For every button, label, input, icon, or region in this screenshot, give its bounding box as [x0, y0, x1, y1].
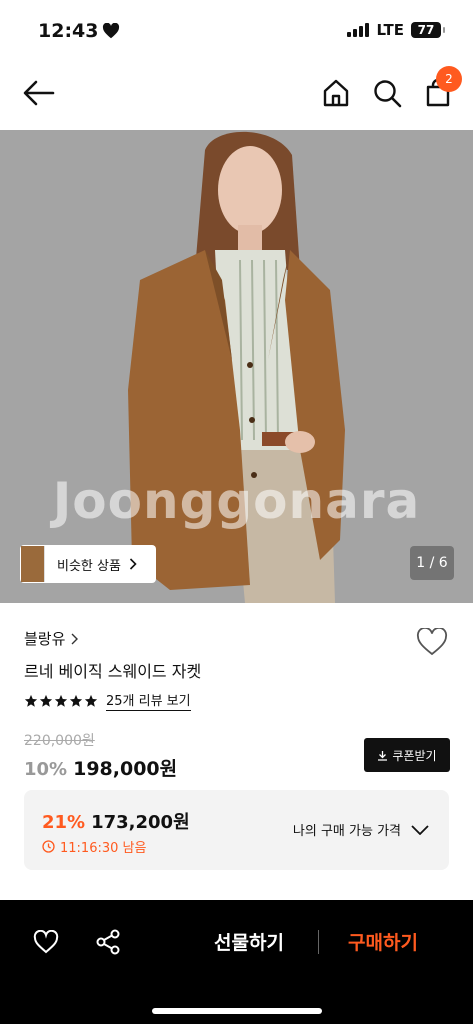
my-price-amount: 173,200원	[91, 812, 190, 833]
heart-status-icon	[103, 23, 120, 39]
chevron-right-icon	[71, 633, 79, 644]
search-icon[interactable]	[372, 78, 402, 108]
review-link[interactable]: 25개 리뷰 보기	[106, 690, 191, 711]
jacket-model-photo	[0, 130, 473, 603]
chevron-down-icon	[411, 824, 429, 835]
wishlist-heart-icon[interactable]	[416, 628, 448, 656]
similar-products-button[interactable]: 비슷한 상품	[20, 545, 156, 583]
network-type: LTE	[376, 21, 404, 39]
countdown-timer: 11:16:30 남음	[42, 837, 146, 856]
rating-stars	[24, 694, 98, 708]
product-image[interactable]: Joonggonara 비슷한 상품 1 / 6	[0, 130, 473, 603]
my-price-panel[interactable]: 21% 173,200원 11:16:30 남음 나의 구매 가능 가격	[24, 790, 449, 870]
status-bar: 12:43 LTE 77	[0, 0, 473, 60]
clock-text: 12:43	[38, 20, 99, 42]
back-arrow-icon[interactable]	[22, 78, 56, 108]
like-heart-icon[interactable]	[33, 930, 59, 954]
divider	[318, 930, 319, 954]
buy-button[interactable]: 구매하기	[348, 928, 418, 955]
sale-price: 198,000원	[73, 758, 178, 780]
my-price-row: 21% 173,200원	[42, 808, 190, 834]
star-icon	[54, 694, 68, 707]
download-icon	[378, 750, 388, 761]
star-icon	[39, 694, 53, 707]
watermark-text: Joonggonara	[52, 472, 421, 530]
bottom-action-bar: 선물하기 구매하기	[0, 900, 473, 1024]
star-icon	[84, 694, 98, 707]
clock-icon	[42, 840, 55, 853]
discount-rate: 10%	[24, 759, 68, 780]
product-name: 르네 베이직 스웨이드 자켓	[24, 662, 202, 681]
star-icon	[69, 694, 83, 707]
my-price-label: 나의 구매 가능 가격	[292, 824, 401, 839]
star-icon	[24, 694, 38, 707]
brand-name: 블랑유	[24, 630, 66, 648]
rating-row: 25개 리뷰 보기	[24, 690, 191, 711]
status-time: 12:43	[38, 20, 120, 42]
similar-products-label: 비슷한 상품	[57, 558, 121, 574]
similar-thumbnail	[21, 546, 45, 582]
status-indicators: LTE 77	[347, 21, 445, 39]
image-counter: 1 / 6	[410, 546, 454, 580]
battery-icon: 77	[411, 22, 445, 38]
coupon-button[interactable]: 쿠폰받기	[364, 738, 450, 772]
countdown-text: 11:16:30 남음	[60, 841, 147, 856]
home-icon[interactable]	[322, 78, 350, 108]
my-price-dropdown[interactable]: 나의 구매 가능 가격	[293, 820, 429, 839]
my-discount-rate: 21%	[42, 812, 86, 833]
share-icon[interactable]	[96, 929, 120, 955]
top-navigation: 2	[0, 62, 473, 124]
price-row: 10% 198,000원	[24, 754, 177, 781]
chevron-right-icon	[129, 558, 137, 570]
gift-button[interactable]: 선물하기	[214, 928, 284, 955]
original-price: 220,000원	[24, 733, 95, 749]
home-indicator	[152, 1008, 322, 1014]
coupon-label: 쿠폰받기	[392, 748, 437, 763]
brand-link[interactable]: 블랑유	[24, 628, 79, 649]
cart-count-badge: 2	[436, 66, 462, 92]
signal-icon	[347, 23, 370, 37]
